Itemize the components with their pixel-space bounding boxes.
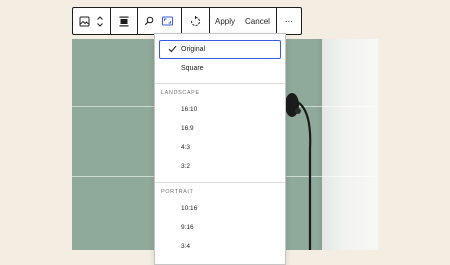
search-icon xyxy=(144,16,154,26)
crop-tools-group xyxy=(138,8,182,34)
aspect-ratio-button[interactable] xyxy=(160,8,181,34)
rotate-button[interactable] xyxy=(182,8,209,34)
options-group: ⋯ xyxy=(277,8,301,34)
align-icon xyxy=(119,16,129,26)
aspect-option-16-10[interactable]: 16:10 xyxy=(155,100,285,119)
portrait-heading: PORTRAIT xyxy=(161,189,194,195)
chevron-up-down-icon xyxy=(97,15,103,27)
align-group xyxy=(111,8,138,34)
aspect-option-10-16[interactable]: 10:16 xyxy=(155,199,285,218)
move-up-down-button[interactable] xyxy=(96,8,110,34)
aspect-option-16-9[interactable]: 16:9 xyxy=(155,119,285,138)
aspect-option-label: Square xyxy=(181,64,204,72)
crop-actions-group: Apply Cancel xyxy=(210,8,277,34)
rotate-icon xyxy=(191,15,200,26)
more-options-button[interactable]: ⋯ xyxy=(277,8,301,34)
rotate-group xyxy=(182,8,210,34)
image-icon xyxy=(79,16,90,26)
aspect-ratio-menu: Original Square LANDSCAPE 16:10 16:9 4:3… xyxy=(154,33,286,265)
aspect-option-4-3[interactable]: 4:3 xyxy=(155,138,285,157)
block-toolbar: Apply Cancel ⋯ xyxy=(72,7,302,35)
aspect-option-9-16[interactable]: 9:16 xyxy=(155,218,285,237)
aspect-option-3-2[interactable]: 3:2 xyxy=(155,157,285,176)
aspect-option-original[interactable]: Original xyxy=(159,40,281,59)
zoom-button[interactable] xyxy=(138,8,160,34)
aspect-ratio-icon xyxy=(162,16,173,26)
aspect-option-3-4[interactable]: 3:4 xyxy=(155,237,285,256)
cancel-button[interactable]: Cancel xyxy=(240,8,276,34)
image-block-button[interactable] xyxy=(73,8,96,34)
landscape-heading: LANDSCAPE xyxy=(161,90,200,96)
block-switcher-group xyxy=(73,8,111,34)
wall-light-panel xyxy=(322,39,378,250)
apply-button[interactable]: Apply xyxy=(210,8,240,34)
check-icon xyxy=(168,45,177,53)
aspect-option-square[interactable]: Square xyxy=(155,59,285,77)
align-button[interactable] xyxy=(111,8,137,34)
aspect-option-label: Original xyxy=(181,46,206,53)
